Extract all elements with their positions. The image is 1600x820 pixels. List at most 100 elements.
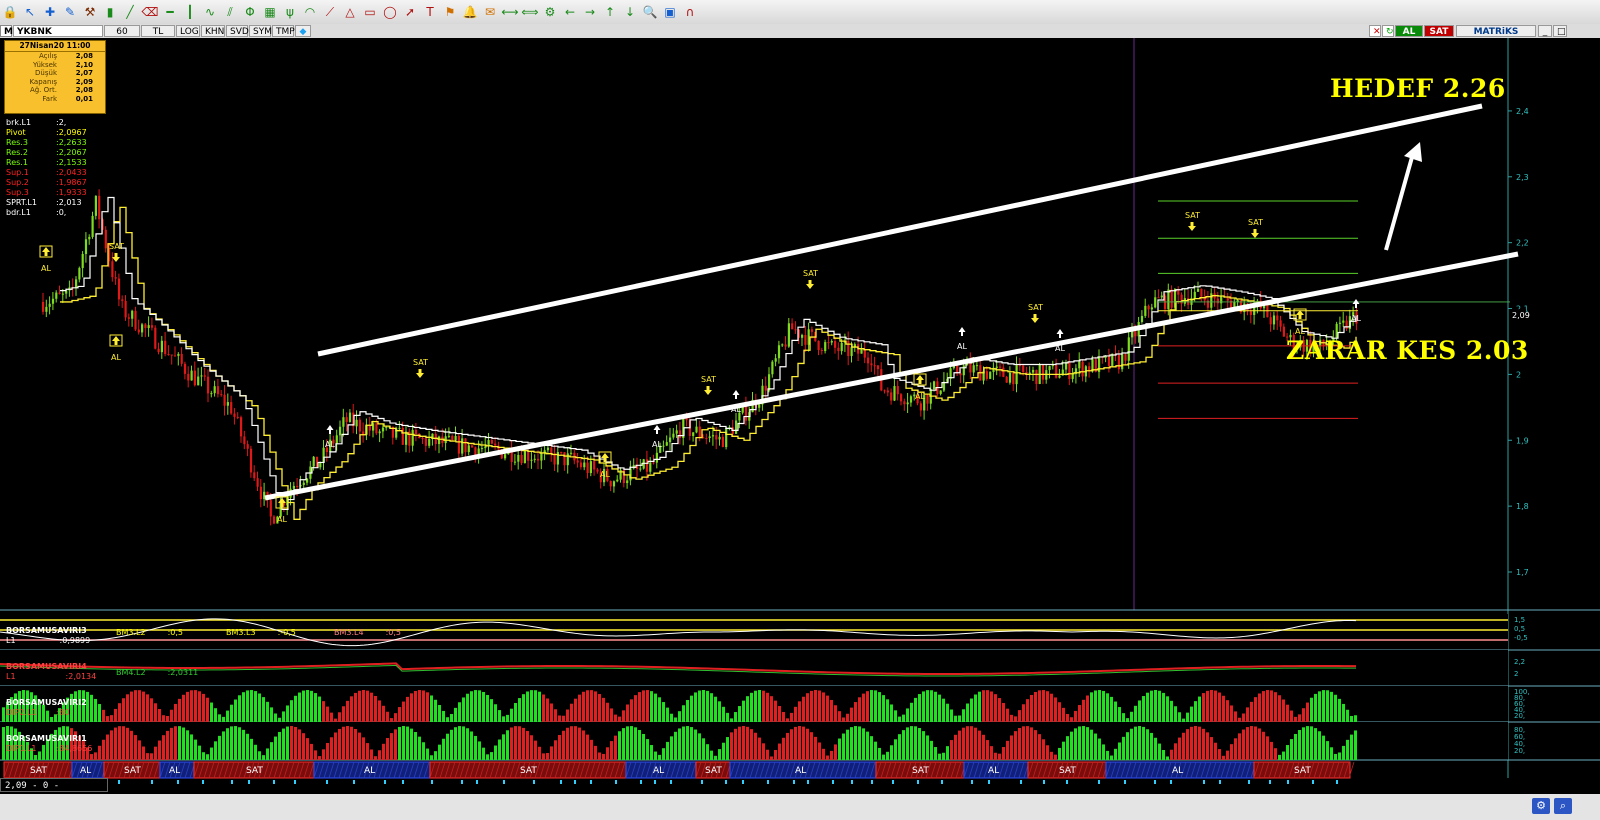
symbol-field[interactable]: YKBNK [13, 25, 103, 37]
vertical-line-icon[interactable]: ┃ [181, 3, 200, 21]
trend-line-icon[interactable]: ╱ [121, 3, 140, 21]
fan-icon[interactable]: ⟋ [321, 3, 340, 21]
search-icon[interactable]: ⌕ [1554, 798, 1572, 814]
sym-toggle[interactable]: SYM [249, 25, 272, 37]
candle-body [1216, 298, 1219, 304]
histogram-bar [1138, 726, 1141, 760]
bar-date: 27Nisan20 11:00 [5, 41, 105, 52]
histogram-bar [850, 707, 853, 722]
histogram-bar [154, 703, 157, 722]
svd-toggle[interactable]: SVD [226, 25, 249, 37]
menu-button[interactable]: M [0, 25, 13, 37]
candle-body [876, 365, 880, 370]
histogram-bar [934, 747, 937, 760]
histogram-bar [686, 726, 689, 760]
histogram-bar [814, 736, 817, 760]
histogram-bar [274, 736, 277, 760]
arc-icon[interactable]: ◠ [301, 3, 320, 21]
restore-icon[interactable]: □ [1553, 25, 1567, 37]
panel2-bm2: BM4.L2:2,0311 [116, 668, 199, 677]
grid-icon[interactable]: ▦ [261, 3, 280, 21]
minimize-icon[interactable]: _ [1538, 25, 1552, 37]
magnet-icon[interactable]: ∩ [681, 3, 700, 21]
bell-icon[interactable]: 🔔 [461, 3, 480, 21]
candle-body [1144, 305, 1147, 316]
histogram-bar [326, 706, 329, 722]
gear-icon[interactable]: ⚙ [541, 3, 560, 21]
histogram-bar [862, 728, 865, 760]
picture-icon[interactable]: ▣ [661, 3, 680, 21]
refresh-icon[interactable]: ↻ [1382, 25, 1394, 37]
histogram-bar [546, 753, 549, 760]
candle-body [378, 431, 381, 434]
candle-body [454, 435, 457, 441]
histogram-bar [482, 747, 485, 760]
histogram-bar [1182, 718, 1185, 722]
cursor-icon[interactable]: ↖ [21, 3, 40, 21]
horizontal-line-icon[interactable]: ━ [161, 3, 180, 21]
tmp-toggle[interactable]: TMP [272, 25, 295, 37]
settings-icon[interactable]: ⚙ [1532, 798, 1550, 814]
flag-icon[interactable]: ⚑ [441, 3, 460, 21]
note-icon[interactable]: ✉ [481, 3, 500, 21]
arrow-up-icon[interactable]: ↑ [601, 3, 620, 21]
text-icon[interactable]: T [421, 3, 440, 21]
histogram-bar [322, 749, 325, 760]
tick-mark [1219, 780, 1221, 784]
histogram-bar [1242, 729, 1245, 760]
arrow-down-icon[interactable]: ↓ [621, 3, 640, 21]
ellipse-icon[interactable]: ◯ [381, 3, 400, 21]
histogram-bar [498, 710, 501, 722]
hammer-icon[interactable]: ⚒ [81, 3, 100, 21]
twitter-icon[interactable]: ◆ [295, 25, 311, 37]
fork-icon[interactable]: ψ [281, 3, 300, 21]
currency-selector[interactable]: TL [141, 25, 175, 37]
candle-body [962, 365, 965, 376]
candle-body [1249, 311, 1252, 315]
wave-icon[interactable]: ∿ [201, 3, 220, 21]
arrow-right-icon[interactable]: → [581, 3, 600, 21]
candle-body [787, 323, 790, 347]
period-selector[interactable]: 60 [104, 25, 140, 37]
histogram-bar [614, 714, 617, 722]
crosshair-icon[interactable]: ✚ [41, 3, 60, 21]
pencil-icon[interactable]: ✎ [61, 3, 80, 21]
histogram-bar [618, 731, 621, 760]
close-icon[interactable]: ✕ [1369, 25, 1381, 37]
histogram-bar [1330, 691, 1333, 722]
eraser-icon[interactable]: ⌫ [141, 3, 160, 21]
tick-mark [151, 780, 153, 784]
channel-icon[interactable]: ⫽ [221, 3, 240, 21]
tick-mark [892, 780, 894, 784]
log-toggle[interactable]: LOG [176, 25, 200, 37]
histogram-bar [622, 710, 625, 722]
lock-icon[interactable]: 🔒 [1, 3, 20, 21]
histogram-bar [158, 740, 161, 760]
candle-body [213, 386, 216, 394]
rectangle-icon[interactable]: ▭ [361, 3, 380, 21]
marker-icon[interactable]: ▮ [101, 3, 120, 21]
arrow-left-icon[interactable]: ← [561, 3, 580, 21]
histogram-bar [1278, 695, 1281, 722]
arrows-horizontal-icon[interactable]: ⟷ [501, 3, 520, 21]
khn-toggle[interactable]: KHN [201, 25, 225, 37]
histogram-bar [930, 690, 933, 722]
price-chart[interactable]: 2,42,32,22,121,91,81,72,09ALALALALALALSA… [0, 38, 1600, 794]
candle-body [1107, 356, 1111, 366]
al-button[interactable]: AL [1395, 25, 1423, 37]
triangle-icon[interactable]: △ [341, 3, 360, 21]
histogram-bar [366, 743, 369, 760]
zoom-icon[interactable]: 🔍 [641, 3, 660, 21]
candle-body [1147, 305, 1150, 310]
histogram-bar [802, 696, 805, 722]
histogram-bar [178, 726, 181, 760]
histogram-bar [738, 726, 741, 760]
arrows-vertical-icon[interactable]: ⟺ [521, 3, 540, 21]
sat-button[interactable]: SAT [1424, 25, 1454, 37]
arrow-icon[interactable]: ➚ [401, 3, 420, 21]
info-row: Kapanış 2,09 [5, 78, 105, 87]
histogram-bar [902, 730, 905, 760]
al-strip-segment: AL [313, 761, 435, 779]
histogram-bar [534, 690, 537, 722]
fibonacci-icon[interactable]: Φ [241, 3, 260, 21]
